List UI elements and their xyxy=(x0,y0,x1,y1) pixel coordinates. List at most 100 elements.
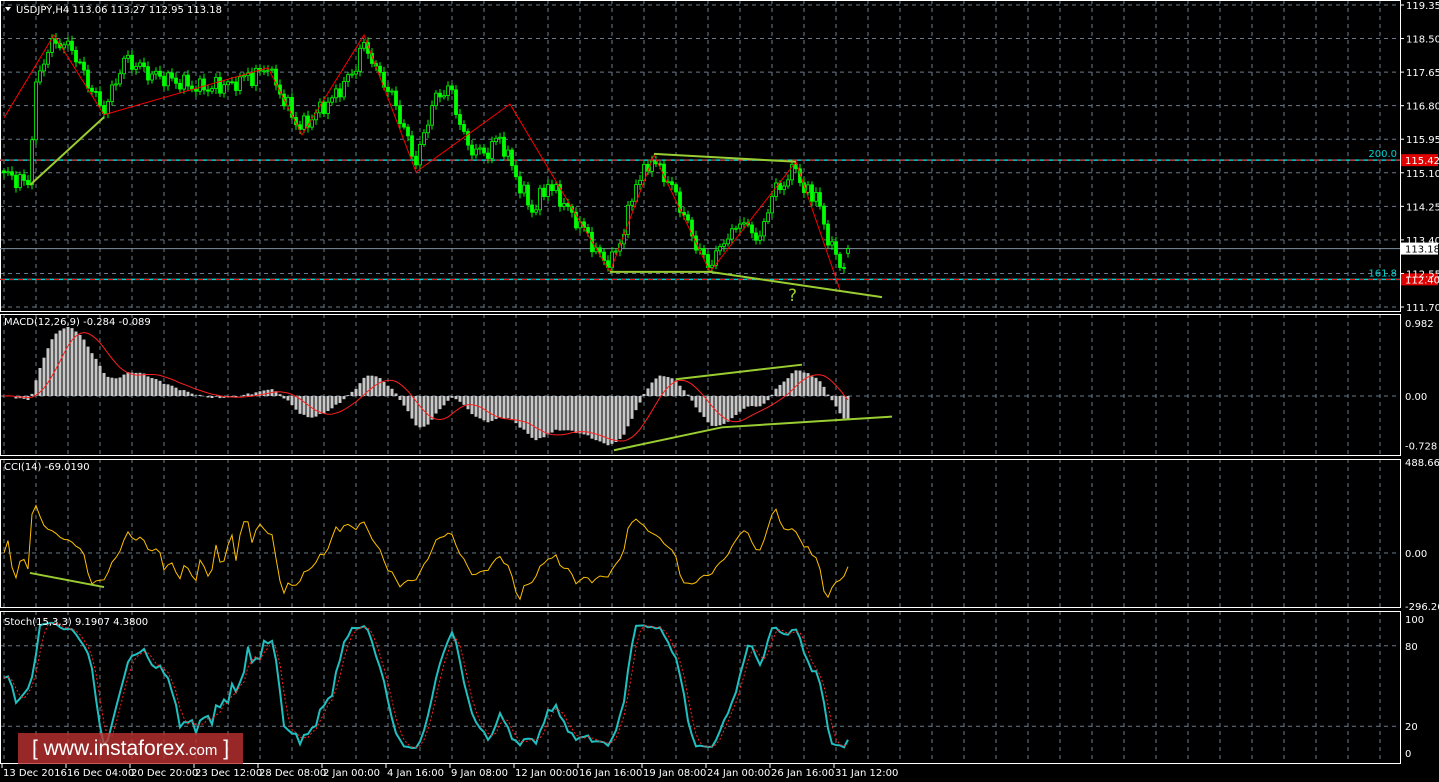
candle-bear xyxy=(170,72,174,79)
macd-histogram-bar xyxy=(550,396,554,433)
candle-bull xyxy=(718,246,722,252)
candle-bear xyxy=(686,214,690,221)
macd-histogram-bar xyxy=(718,396,722,426)
macd-histogram-bar xyxy=(162,383,166,396)
candle-bull xyxy=(302,115,306,130)
macd-histogram-bar xyxy=(62,328,66,396)
macd-histogram-bar xyxy=(334,396,338,405)
macd-histogram-bar xyxy=(554,396,558,430)
candle-bear xyxy=(402,123,406,128)
fib-level-label: 200.0 xyxy=(1368,149,1397,160)
candle-bear xyxy=(810,184,814,202)
macd-histogram-bar xyxy=(130,372,134,396)
macd-histogram-bar xyxy=(94,358,98,396)
time-axis-label: 20 Dec 20:00 xyxy=(131,768,198,779)
macd-histogram-bar xyxy=(738,396,742,412)
price-tag-label: 115.42 xyxy=(1405,156,1439,167)
candle-bear xyxy=(674,184,678,193)
fib-level-label: 161.8 xyxy=(1368,268,1397,279)
time-axis-label: 26 Jan 16:00 xyxy=(771,768,834,779)
macd-histogram-bar xyxy=(214,396,218,397)
watermark-com: .com xyxy=(184,742,218,759)
time-axis-label: 16 Dec 04:00 xyxy=(67,768,134,779)
macd-histogram-bar xyxy=(450,396,454,398)
cci-axis-label: -296.262 xyxy=(1405,602,1439,613)
macd-histogram-bar xyxy=(546,396,550,435)
macd-histogram-bar xyxy=(366,375,370,396)
candle-bear xyxy=(670,181,674,186)
macd-histogram-bar xyxy=(378,378,382,396)
macd-histogram-bar xyxy=(758,396,762,407)
candle-bear xyxy=(162,75,166,87)
candle-bear xyxy=(518,176,522,194)
time-axis-label: 4 Jan 16:00 xyxy=(387,768,444,779)
macd-histogram-bar xyxy=(358,383,362,396)
macd-histogram-bar xyxy=(486,396,490,423)
macd-histogram-bar xyxy=(426,396,430,425)
candle-bear xyxy=(414,155,418,166)
candle-bull xyxy=(126,54,130,59)
macd-histogram-bar xyxy=(78,334,82,396)
candle-bear xyxy=(826,223,830,246)
macd-histogram-bar xyxy=(754,396,758,407)
candle-bull xyxy=(114,83,118,86)
candle-bull xyxy=(62,44,66,49)
time-axis-label: 9 Jan 08:00 xyxy=(451,768,508,779)
macd-histogram-bar xyxy=(658,375,662,396)
macd-histogram-bar xyxy=(66,327,70,396)
macd-histogram-bar xyxy=(642,393,646,396)
macd-histogram-bar xyxy=(774,388,778,396)
macd-histogram-bar xyxy=(574,396,578,434)
macd-histogram-bar xyxy=(770,394,774,396)
macd-histogram-bar xyxy=(178,390,182,396)
macd-histogram-bar xyxy=(650,382,654,396)
candle-bear xyxy=(818,192,822,207)
macd-histogram-bar xyxy=(690,396,694,401)
candle-bull xyxy=(134,65,138,70)
macd-histogram-bar xyxy=(290,396,294,406)
candle-bull xyxy=(522,184,526,194)
macd-histogram-bar xyxy=(726,396,730,422)
macd-histogram-bar xyxy=(118,377,122,396)
macd-histogram-bar xyxy=(502,396,506,419)
macd-histogram-bar xyxy=(622,396,626,435)
macd-histogram-bar xyxy=(206,396,210,398)
candle-bull xyxy=(118,73,122,85)
candle-bull xyxy=(446,85,450,96)
macd-histogram-bar xyxy=(582,396,586,435)
macd-histogram-bar xyxy=(198,394,202,396)
macd-histogram-bar xyxy=(842,396,846,419)
macd-histogram-bar xyxy=(70,328,74,396)
macd-histogram-bar xyxy=(102,372,106,396)
macd-histogram-bar xyxy=(790,373,794,396)
candle-bull xyxy=(786,179,790,187)
candle-bull xyxy=(138,62,142,67)
macd-histogram-bar xyxy=(278,394,282,396)
candle-bear xyxy=(70,40,74,51)
candle-bull xyxy=(726,238,730,245)
macd-histogram-bar xyxy=(826,394,830,396)
candle-bull xyxy=(806,184,810,193)
macd-histogram-bar xyxy=(778,384,782,396)
candle-bull xyxy=(66,40,70,46)
macd-histogram-bar xyxy=(610,396,614,444)
candle-bull xyxy=(362,42,366,49)
chart-canvas[interactable]: 200.0115.42161.8112.40?119.35118.50117.6… xyxy=(0,0,1439,782)
macd-histogram-bar xyxy=(578,396,582,434)
candle-bull xyxy=(166,72,170,87)
candle-bear xyxy=(194,88,198,92)
cci-line xyxy=(3,504,849,601)
macd-histogram-bar xyxy=(402,396,406,406)
price-axis-label: 117.65 xyxy=(1406,68,1439,79)
candle-bull xyxy=(30,139,34,186)
candle-bear xyxy=(482,147,486,154)
candle-bull xyxy=(334,88,338,99)
candle-bull xyxy=(490,141,494,159)
candle-bull xyxy=(346,74,350,82)
macd-histogram-bar xyxy=(686,394,690,396)
macd-histogram-bar xyxy=(330,396,334,409)
time-axis-label: 24 Jan 00:00 xyxy=(707,768,770,779)
macd-histogram-bar xyxy=(722,396,726,424)
macd-histogram-bar xyxy=(110,377,114,396)
candle-bear xyxy=(598,247,602,253)
